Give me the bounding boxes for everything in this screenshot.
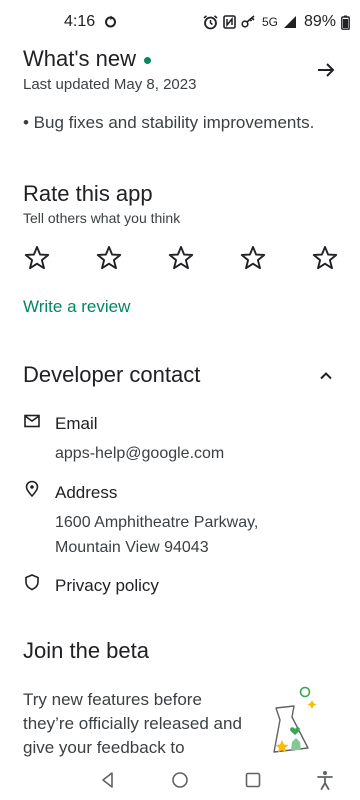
whats-new-title: What's new bbox=[23, 46, 137, 71]
email-label[interactable]: Email bbox=[55, 414, 98, 434]
address-line-1[interactable]: 1600 Amphitheatre Parkway, bbox=[55, 510, 258, 535]
shield-icon bbox=[23, 573, 41, 591]
status-time: 4:16 bbox=[64, 13, 96, 30]
system-nav-bar bbox=[0, 760, 360, 800]
star-outline-icon[interactable] bbox=[167, 244, 195, 272]
beta-description: Try new features before they’re official… bbox=[23, 690, 242, 757]
signal-icon bbox=[283, 15, 297, 29]
address-line-2[interactable]: Mountain View 94043 bbox=[55, 535, 209, 560]
nav-recents-icon[interactable] bbox=[241, 768, 265, 792]
accessibility-icon[interactable] bbox=[313, 768, 337, 792]
new-indicator-dot bbox=[144, 56, 152, 64]
join-beta-title: Join the beta bbox=[23, 638, 149, 663]
star-outline-icon[interactable] bbox=[23, 244, 51, 272]
arrow-right-icon[interactable] bbox=[314, 58, 338, 82]
email-value[interactable]: apps-help@google.com bbox=[55, 441, 224, 466]
rating-stars bbox=[23, 244, 339, 272]
sync-icon bbox=[104, 15, 117, 33]
alarm-icon bbox=[203, 14, 218, 30]
rate-title: Rate this app bbox=[23, 181, 153, 206]
nfc-icon bbox=[223, 15, 236, 29]
battery-percent: 89% bbox=[303, 13, 336, 30]
status-bar: 4:16 5G 89% bbox=[0, 0, 360, 44]
beta-flask-illustration bbox=[262, 684, 322, 756]
address-label[interactable]: Address bbox=[55, 483, 117, 503]
status-icons: 5G 89% bbox=[203, 13, 350, 31]
rate-subtitle: Tell others what you think bbox=[23, 210, 181, 226]
star-outline-icon[interactable] bbox=[311, 244, 339, 272]
developer-contact-title: Developer contact bbox=[23, 362, 201, 387]
star-outline-icon[interactable] bbox=[239, 244, 267, 272]
key-icon bbox=[241, 15, 257, 29]
mail-icon bbox=[23, 412, 41, 430]
privacy-policy-link[interactable]: Privacy policy bbox=[55, 576, 159, 596]
battery-icon bbox=[341, 15, 350, 30]
whats-new-header: What's new bbox=[23, 46, 152, 72]
write-review-link[interactable]: Write a review bbox=[23, 297, 130, 317]
nav-back-icon[interactable] bbox=[96, 768, 120, 792]
location-pin-icon bbox=[23, 480, 41, 498]
star-outline-icon[interactable] bbox=[95, 244, 123, 272]
nav-home-icon[interactable] bbox=[168, 768, 192, 792]
chevron-up-icon[interactable] bbox=[314, 364, 338, 388]
release-note: • Bug fixes and stability improvements. bbox=[23, 113, 315, 132]
network-type: 5G bbox=[261, 15, 278, 29]
last-updated: Last updated May 8, 2023 bbox=[23, 76, 197, 93]
